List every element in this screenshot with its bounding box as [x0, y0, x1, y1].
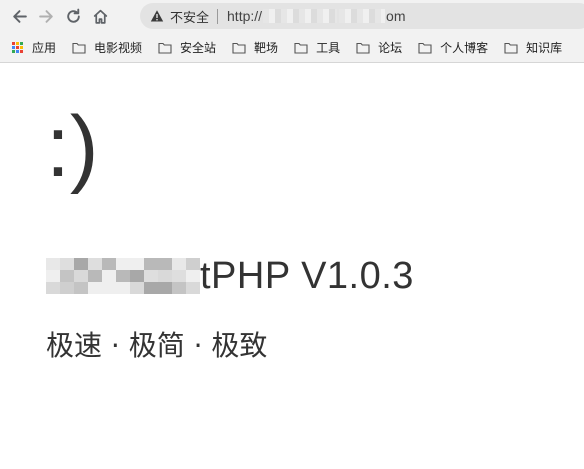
folder-icon — [72, 42, 86, 54]
folder-icon — [294, 42, 308, 54]
mosaic-cell — [130, 282, 144, 294]
mosaic-cell — [116, 270, 130, 282]
mosaic-cell — [158, 282, 172, 294]
back-button[interactable] — [6, 4, 32, 30]
bookmark-label: 靶场 — [254, 41, 279, 55]
mosaic-cell — [60, 282, 74, 294]
reload-icon — [66, 8, 80, 23]
mosaic-cell — [130, 270, 144, 282]
folder-icon — [418, 42, 432, 54]
mosaic-cell — [46, 282, 60, 294]
bookmark-label: 工具 — [316, 41, 341, 55]
mosaic-cell — [74, 282, 88, 294]
bookmark-folder-knowledge[interactable]: 知识库 — [504, 39, 562, 56]
bookmark-folder-forum[interactable]: 论坛 — [356, 39, 402, 56]
bookmark-folder-security[interactable]: 安全站 — [158, 39, 216, 56]
mosaic-cell — [144, 258, 158, 270]
mosaic-cell — [46, 270, 60, 282]
bookmarks-bar: 应用 电影视频 安全站 靶场 工具 论坛 个人博客 知识库 — [0, 33, 584, 63]
mosaic-cell — [88, 270, 102, 282]
mosaic-cell — [186, 282, 200, 294]
url-redacted-part-1 — [263, 9, 338, 23]
url-redacted-part-2 — [339, 9, 386, 23]
bookmark-apps[interactable]: 应用 — [12, 39, 56, 56]
smiley-emoticon: :) — [46, 99, 99, 195]
bookmark-label: 安全站 — [180, 41, 217, 55]
url-prefix: http:// — [227, 8, 263, 24]
mosaic-cell — [172, 270, 186, 282]
mosaic-cell — [88, 258, 102, 270]
url-text[interactable]: http:// om — [227, 8, 405, 24]
framework-heading: tPHP V1.0.3 — [46, 253, 414, 299]
mosaic-cell — [158, 258, 172, 270]
mosaic-cell — [60, 270, 74, 282]
address-separator — [217, 8, 219, 24]
folder-icon — [232, 42, 246, 54]
bookmark-label: 应用 — [32, 41, 57, 55]
bookmark-folder-tools[interactable]: 工具 — [294, 39, 340, 56]
back-arrow-icon — [12, 10, 27, 23]
bookmark-label: 知识库 — [526, 41, 563, 55]
folder-icon — [504, 42, 518, 54]
mosaic-cell — [102, 270, 116, 282]
browser-toolbar: 不安全 http:// om — [0, 0, 584, 33]
mosaic-cell — [102, 258, 116, 270]
apps-grid-icon — [12, 41, 24, 54]
bookmark-folder-movies[interactable]: 电影视频 — [72, 39, 142, 56]
url-suffix: om — [386, 8, 406, 24]
mosaic-cell — [102, 282, 116, 294]
mosaic-cell — [88, 282, 102, 294]
folder-icon — [158, 42, 172, 54]
mosaic-cell — [186, 258, 200, 270]
bookmark-label: 论坛 — [378, 41, 403, 55]
framework-version: tPHP V1.0.3 — [200, 254, 414, 297]
bookmark-label: 电影视频 — [94, 41, 143, 55]
bookmark-folder-range[interactable]: 靶场 — [232, 39, 278, 56]
forward-arrow-icon — [38, 10, 53, 23]
security-status-label[interactable]: 不安全 — [170, 7, 209, 26]
mosaic-cell — [116, 282, 130, 294]
mosaic-cell — [74, 270, 88, 282]
framework-tagline: 极速 · 极简 · 极致 — [46, 329, 268, 362]
warning-triangle-icon — [150, 9, 164, 23]
mosaic-cell — [60, 258, 74, 270]
forward-button[interactable] — [33, 4, 59, 30]
mosaic-cell — [144, 270, 158, 282]
mosaic-cell — [144, 282, 158, 294]
mosaic-cell — [46, 258, 60, 270]
mosaic-cell — [130, 258, 144, 270]
mosaic-cell — [158, 270, 172, 282]
mosaic-cell — [172, 282, 186, 294]
address-bar[interactable]: 不安全 http:// om — [140, 3, 584, 29]
bookmark-folder-blog[interactable]: 个人博客 — [418, 39, 488, 56]
mosaic-cell — [116, 258, 130, 270]
folder-icon — [356, 42, 370, 54]
redacted-framework-name — [46, 258, 200, 294]
home-button[interactable] — [87, 4, 113, 30]
reload-button[interactable] — [60, 4, 86, 30]
home-icon — [93, 9, 107, 24]
mosaic-cell — [172, 258, 186, 270]
bookmark-label: 个人博客 — [440, 41, 489, 55]
mosaic-cell — [74, 258, 88, 270]
mosaic-cell — [186, 270, 200, 282]
